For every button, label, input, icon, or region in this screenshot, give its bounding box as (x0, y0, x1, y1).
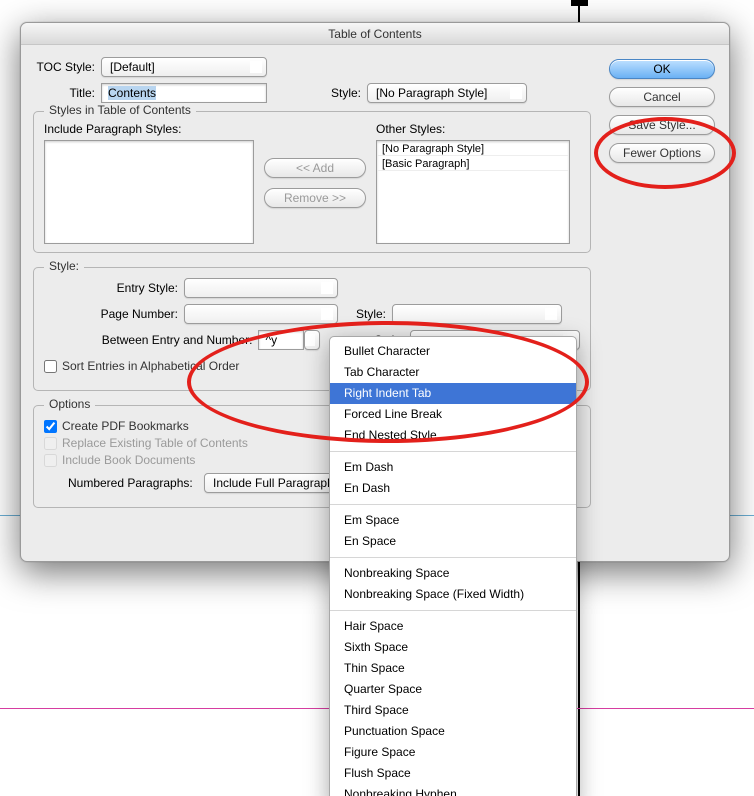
menu-separator (330, 610, 576, 611)
menu-item[interactable]: Sixth Space (330, 637, 576, 658)
pn-style-label: Style: (342, 307, 392, 321)
include-styles-listbox[interactable] (44, 140, 254, 244)
save-style-button[interactable]: Save Style... (609, 115, 715, 135)
toc-style-select[interactable]: [Default] (101, 57, 267, 77)
between-input[interactable] (258, 330, 304, 350)
para-style-select[interactable]: [No Paragraph Style] (367, 83, 527, 103)
menu-item[interactable]: En Space (330, 531, 576, 552)
add-button[interactable]: << Add (264, 158, 366, 178)
menu-item[interactable]: Tab Character (330, 362, 576, 383)
menu-item[interactable]: Figure Space (330, 742, 576, 763)
menu-item[interactable]: Flush Space (330, 763, 576, 784)
menu-item[interactable]: Punctuation Space (330, 721, 576, 742)
page-number-label: Page Number: (44, 307, 184, 321)
background-tick (571, 0, 588, 6)
menu-separator (330, 451, 576, 452)
between-label: Between Entry and Number: (44, 333, 258, 347)
menu-item[interactable]: Em Space (330, 510, 576, 531)
menu-item[interactable]: Nonbreaking Hyphen (330, 784, 576, 796)
sort-alpha-checkbox[interactable]: Sort Entries in Alphabetical Order (44, 359, 239, 373)
title-label: Title: (33, 86, 101, 100)
options-group-legend: Options (44, 397, 95, 411)
menu-item[interactable]: Nonbreaking Space (330, 563, 576, 584)
dialog-titlebar[interactable]: Table of Contents (21, 23, 729, 45)
menu-item[interactable]: End Nested Style (330, 425, 576, 446)
title-input[interactable]: Contents (101, 83, 267, 103)
special-char-menu[interactable]: Bullet CharacterTab CharacterRight Inden… (329, 336, 577, 796)
dialog-title: Table of Contents (328, 27, 421, 41)
cancel-button[interactable]: Cancel (609, 87, 715, 107)
entry-style-label: Entry Style: (44, 281, 184, 295)
menu-item[interactable]: Thin Space (330, 658, 576, 679)
menu-item[interactable]: Nonbreaking Space (Fixed Width) (330, 584, 576, 605)
remove-button[interactable]: Remove >> (264, 188, 366, 208)
menu-item[interactable]: Forced Line Break (330, 404, 576, 425)
between-flyout-button[interactable] (304, 330, 320, 350)
menu-item[interactable]: Bullet Character (330, 341, 576, 362)
numbered-para-label: Numbered Paragraphs: (44, 476, 204, 490)
include-styles-label: Include Paragraph Styles: (44, 122, 254, 136)
styles-group-legend: Styles in Table of Contents (44, 103, 196, 117)
menu-separator (330, 557, 576, 558)
ok-button[interactable]: OK (609, 59, 715, 79)
menu-item[interactable]: Third Space (330, 700, 576, 721)
other-styles-listbox[interactable]: [No Paragraph Style] [Basic Paragraph] (376, 140, 570, 244)
pn-style-select[interactable] (392, 304, 562, 324)
style-group-legend: Style: (44, 259, 84, 273)
other-styles-label: Other Styles: (376, 122, 580, 136)
entry-style-select[interactable] (184, 278, 338, 298)
toc-style-label: TOC Style: (33, 60, 101, 74)
list-item[interactable]: [Basic Paragraph] (377, 156, 569, 171)
menu-item[interactable]: Quarter Space (330, 679, 576, 700)
list-item[interactable]: [No Paragraph Style] (377, 141, 569, 156)
fewer-options-button[interactable]: Fewer Options (609, 143, 715, 163)
menu-item[interactable]: Em Dash (330, 457, 576, 478)
menu-item[interactable]: Right Indent Tab (330, 383, 576, 404)
menu-item[interactable]: En Dash (330, 478, 576, 499)
menu-item[interactable]: Hair Space (330, 616, 576, 637)
menu-separator (330, 504, 576, 505)
page-number-select[interactable] (184, 304, 338, 324)
para-style-label: Style: (287, 86, 367, 100)
